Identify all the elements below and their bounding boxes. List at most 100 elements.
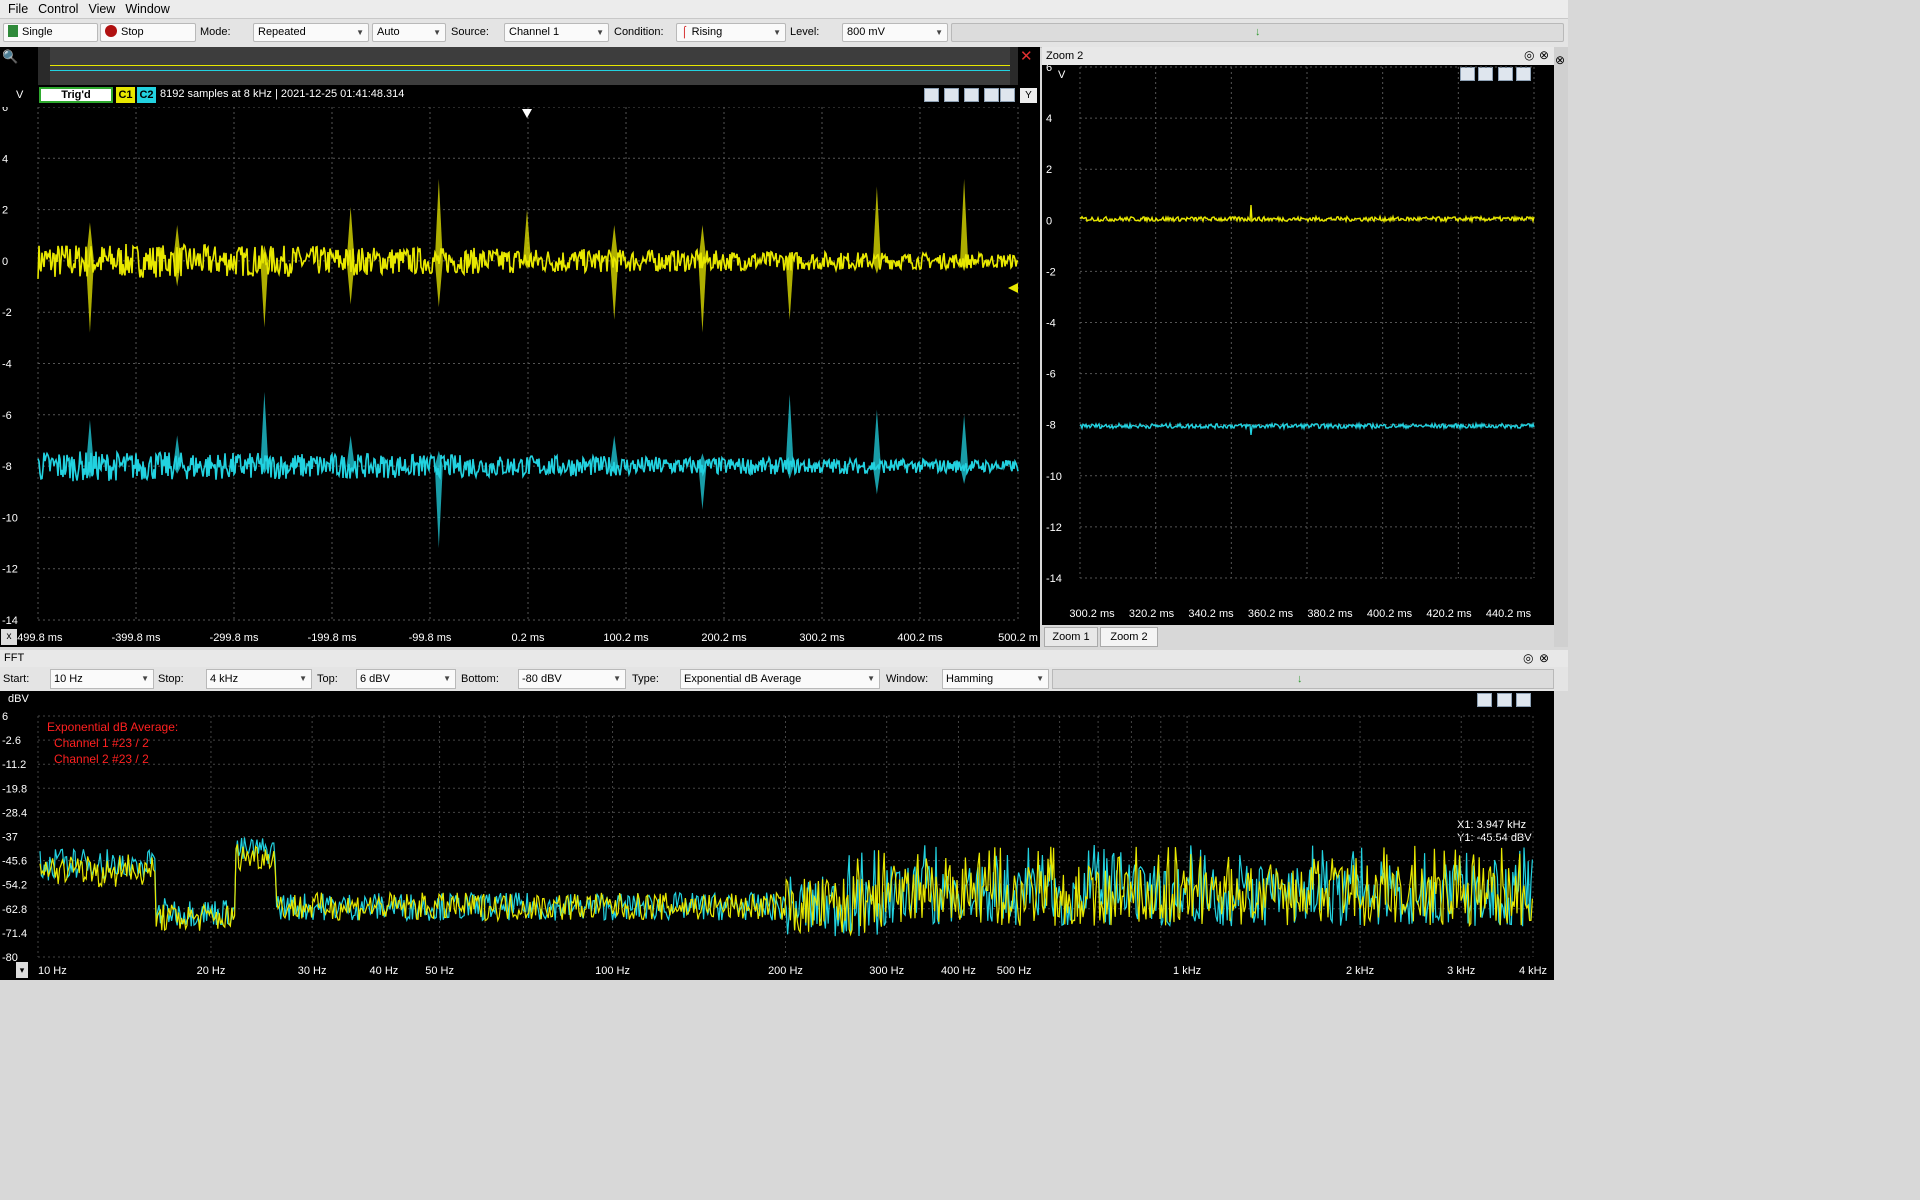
start-input[interactable]: 10 Hz ▼ [50, 669, 154, 689]
zoom-icon[interactable]: 🔍 [2, 49, 18, 65]
waveform-spike [872, 409, 881, 495]
x-tick-label: 4 kHz [1519, 965, 1547, 977]
menu-view[interactable]: View [88, 2, 115, 16]
y-axis-button[interactable]: Y [1020, 88, 1037, 103]
waveform-spike [260, 245, 269, 328]
fft-slider[interactable]: ↓ [1052, 669, 1554, 689]
capture-info: 8192 samples at 8 kHz | 2021-12-25 01:41… [160, 88, 405, 100]
menu-file[interactable]: File [8, 2, 28, 16]
x-tick-label: 50 Hz [425, 965, 454, 977]
condition-select[interactable]: ⌠ Rising ▼ [676, 23, 786, 42]
y-tick-label: 2 [1046, 164, 1052, 176]
y-tick-label: -54.2 [2, 880, 27, 892]
x-tick-label: 200 Hz [768, 965, 803, 977]
rising-edge-icon: ⌠ [681, 26, 688, 38]
y-tick-label: 6 [2, 107, 8, 114]
type-select[interactable]: Exponential dB Average ▼ [680, 669, 880, 689]
y-tick-label: -45.6 [2, 856, 27, 868]
scope-plot[interactable]: 6 4 2 0 -2 -4 -6 -8 -10 -12 -14 -499.8 ms -399.8 ms -… [0, 107, 1040, 647]
channel-1-badge[interactable]: C1 [116, 87, 135, 103]
x-tick-label: 340.2 ms [1188, 608, 1234, 620]
status-badge: Trig'd [39, 87, 113, 103]
auto-select[interactable]: Auto ▼ [372, 23, 446, 42]
waveform-spike [785, 394, 794, 479]
type-label: Type: [632, 673, 659, 685]
x-tick-label: 300.2 ms [799, 632, 845, 644]
tab-zoom-2[interactable]: Zoom 2 [1100, 627, 1158, 647]
waveform-spike [434, 450, 443, 549]
x-tick-label: 380.2 ms [1307, 608, 1353, 620]
level-input[interactable]: 800 mV ▼ [842, 23, 948, 42]
zoom-fit-icon[interactable] [944, 88, 959, 102]
source-select[interactable]: Channel 1 ▼ [504, 23, 609, 42]
zoom-out-icon[interactable] [984, 88, 999, 102]
menu-window[interactable]: Window [125, 2, 169, 16]
x-axis-toggle[interactable]: x [1, 629, 17, 645]
zoom-in-icon[interactable] [964, 88, 979, 102]
fft-titlebar: FFT ◎ ⊗ [0, 650, 1568, 667]
overview-bar[interactable] [38, 47, 1018, 85]
single-button[interactable]: Single [3, 23, 98, 42]
arrow-down-icon: ↓ [1255, 26, 1261, 38]
fft-x-axis-toggle[interactable]: ▾ [16, 962, 28, 978]
x-tick-label: 10 Hz [38, 965, 67, 977]
y-tick-label: -12 [2, 564, 18, 576]
single-icon [8, 25, 18, 37]
magnify-icon[interactable] [924, 88, 939, 102]
y-tick-label: -14 [2, 615, 18, 627]
y-tick-label: 6 [1046, 65, 1052, 74]
x-tick-label: 500.2 m [998, 632, 1038, 644]
y-tick-label: -19.8 [2, 783, 27, 795]
waveform-spike [434, 178, 443, 308]
level-label: Level: [790, 26, 820, 38]
close-icon[interactable]: ⊗ [1539, 651, 1549, 665]
y-tick-label: -6 [2, 410, 12, 422]
waveform-spike [785, 253, 794, 320]
chevron-down-icon: ▼ [1036, 674, 1044, 683]
trigger-slider[interactable]: ↓ [951, 23, 1564, 42]
fft-plot[interactable]: 6 -2.6 -11.2 -19.8 -28.4 -37 -45.6 -54.2 -62.8 -7… [0, 691, 1554, 980]
x-tick-label: -99.8 ms [409, 632, 452, 644]
menu-bar: File Control View Window [0, 0, 1568, 19]
y-tick-label: -2 [1046, 266, 1056, 278]
waveform-spike [346, 435, 355, 474]
y-tick-label: 4 [2, 153, 8, 165]
chevron-down-icon: ▼ [433, 28, 441, 37]
chevron-down-icon: ▼ [596, 28, 604, 37]
top-input[interactable]: 6 dBV ▼ [356, 669, 456, 689]
zoom-tabs: Zoom 1 Zoom 2 [1042, 625, 1554, 647]
chevron-down-icon: ▼ [141, 674, 149, 683]
y-tick-label: -4 [1046, 318, 1056, 330]
x-tick-label: 440.2 ms [1486, 608, 1532, 620]
waveform-spike [960, 178, 969, 272]
menu-control[interactable]: Control [38, 2, 78, 16]
window-select[interactable]: Hamming ▼ [942, 669, 1049, 689]
y-tick-label: -37 [2, 832, 18, 844]
close-icon[interactable]: ✕ [1020, 47, 1033, 65]
x-tick-label: 420.2 ms [1426, 608, 1472, 620]
top-label: Top: [317, 673, 338, 685]
x-tick-label: 0.2 ms [511, 632, 545, 644]
x-tick-label: 1 kHz [1173, 965, 1201, 977]
bottom-input[interactable]: -80 dBV ▼ [518, 669, 626, 689]
stop-input[interactable]: 4 kHz ▼ [206, 669, 312, 689]
zoom-plot[interactable]: 6 4 2 0 -2 -4 -6 -8 -10 -12 -14 300.2 ms 320.2 ms 340… [1042, 65, 1554, 625]
tab-zoom-1[interactable]: Zoom 1 [1044, 627, 1098, 647]
stop-button[interactable]: Stop [100, 23, 196, 42]
x-tick-label: 360.2 ms [1248, 608, 1294, 620]
channel-2-badge[interactable]: C2 [137, 87, 156, 103]
close-icon[interactable]: ⊗ [1555, 53, 1565, 67]
restore-icon[interactable]: ◎ [1524, 48, 1534, 62]
x-tick-label: -199.8 ms [308, 632, 357, 644]
zoom-panel: Zoom 2 ◎ ⊗ V 6 4 2 0 -2 -4 -6 -8 -10 -12 -14 300.2 … [1042, 47, 1554, 647]
y-tick-label: -8 [2, 461, 12, 473]
chevron-down-icon: ▼ [443, 674, 451, 683]
close-icon[interactable]: ⊗ [1539, 48, 1549, 62]
y-tick-label: -6 [1046, 369, 1056, 381]
y-tick-label: -28.4 [2, 807, 27, 819]
waveform-spike [260, 391, 269, 474]
settings-icon[interactable] [1000, 88, 1015, 102]
mode-select[interactable]: Repeated ▼ [253, 23, 369, 42]
scope-panel: 🔍 ✕ Trig'd C1 C2 8192 samples at 8 kHz |… [0, 47, 1040, 647]
restore-icon[interactable]: ◎ [1523, 651, 1533, 665]
